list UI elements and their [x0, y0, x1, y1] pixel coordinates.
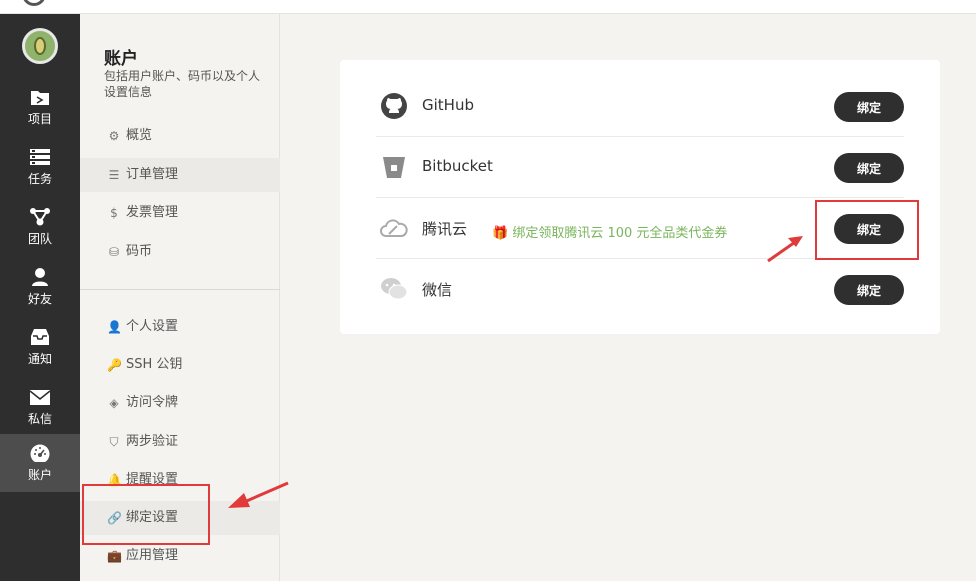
sidebar-description: 包括用户账户、码币以及个人设置信息: [104, 69, 261, 99]
coins-icon: ⛁: [108, 245, 120, 259]
tencent-cloud-label: 腾讯云: [422, 220, 468, 238]
shield-icon: ⛉: [109, 435, 119, 449]
dollar-icon: $: [110, 206, 118, 220]
folder-icon: [31, 91, 49, 105]
nav-item-projects[interactable]: 项目: [0, 78, 80, 136]
sidebar-item-two-factor[interactable]: ⛉ 两步验证: [80, 425, 280, 459]
github-icon: [381, 93, 407, 119]
sidebar-item-invoices[interactable]: $ 发票管理: [80, 196, 280, 230]
sidebar-item-ssh-keys[interactable]: 🔑 SSH 公钥: [80, 348, 280, 382]
gift-icon: 🎁: [492, 226, 513, 241]
overview-icon: ⚙: [108, 129, 120, 143]
tasks-icon: [30, 149, 50, 165]
nav-label: 任务: [27, 172, 52, 186]
nav-label: 私信: [27, 412, 52, 426]
binding-row-bitbucket: Bitbucket 绑定: [376, 137, 904, 198]
nav-label: 账户: [27, 468, 52, 482]
top-bar: [0, 0, 976, 14]
sidebar-item-personal-settings[interactable]: 👤 个人设置: [80, 310, 280, 344]
annotation-box-bind-button: [815, 200, 919, 260]
briefcase-icon: 💼: [107, 549, 122, 563]
cloud-icon: [380, 219, 408, 237]
nav-label: 团队: [27, 232, 52, 246]
user-icon: 👤: [107, 320, 122, 334]
github-label: GitHub: [422, 96, 474, 114]
nav-item-notifications[interactable]: 通知: [0, 318, 80, 376]
nav-item-friends[interactable]: 好友: [0, 258, 80, 316]
nav-label: 好友: [27, 292, 52, 306]
user-icon: [32, 268, 48, 286]
bitbucket-icon: [383, 157, 405, 178]
avatar[interactable]: [22, 28, 58, 64]
sidebar-title: 账户: [104, 49, 138, 69]
inbox-icon: [31, 329, 49, 345]
promo-text: 🎁 绑定领取腾讯云 100 元全品类代金券: [492, 226, 728, 241]
token-icon: ◈: [109, 396, 119, 410]
dashboard-icon: [30, 444, 50, 462]
sidebar-divider: [80, 289, 280, 290]
binding-row-wechat: 微信 绑定: [376, 259, 904, 320]
wechat-icon: [381, 278, 408, 300]
nav-label: 通知: [27, 352, 52, 366]
annotation-box-sidebar: [82, 484, 210, 545]
nav-item-account[interactable]: 账户: [0, 434, 80, 492]
sidebar-item-orders[interactable]: ☰ 订单管理: [80, 158, 280, 192]
envelope-icon: [30, 390, 50, 405]
sidebar-item-overview[interactable]: ⚙ 概览: [80, 119, 280, 153]
nav-item-messages[interactable]: 私信: [0, 378, 80, 436]
binding-row-github: GitHub 绑定: [376, 76, 904, 137]
bitbucket-label: Bitbucket: [422, 157, 493, 175]
main-nav: 项目 任务 团队 好友 通知 私信 账户: [0, 14, 80, 581]
nav-label: 项目: [27, 112, 52, 126]
team-icon: [30, 208, 50, 226]
annotation-arrow-bottom: [228, 481, 289, 508]
sidebar-item-access-tokens[interactable]: ◈ 访问令牌: [80, 386, 280, 420]
nav-item-team[interactable]: 团队: [0, 198, 80, 256]
bind-github-button[interactable]: 绑定: [834, 92, 904, 122]
annotation-arrow-top: [767, 236, 803, 263]
nav-item-tasks[interactable]: 任务: [0, 138, 80, 196]
wechat-label: 微信: [422, 281, 453, 299]
bind-wechat-button[interactable]: 绑定: [834, 275, 904, 305]
binding-card: GitHub 绑定 Bitbucket 绑定 腾讯云 🎁 绑定领取腾讯云 100…: [340, 60, 940, 334]
key-icon: 🔑: [107, 358, 122, 372]
list-icon: ☰: [108, 168, 120, 182]
bind-bitbucket-button[interactable]: 绑定: [834, 153, 904, 183]
sidebar-item-coins[interactable]: ⛁ 码币: [80, 235, 280, 269]
logo-icon: [22, 0, 46, 6]
